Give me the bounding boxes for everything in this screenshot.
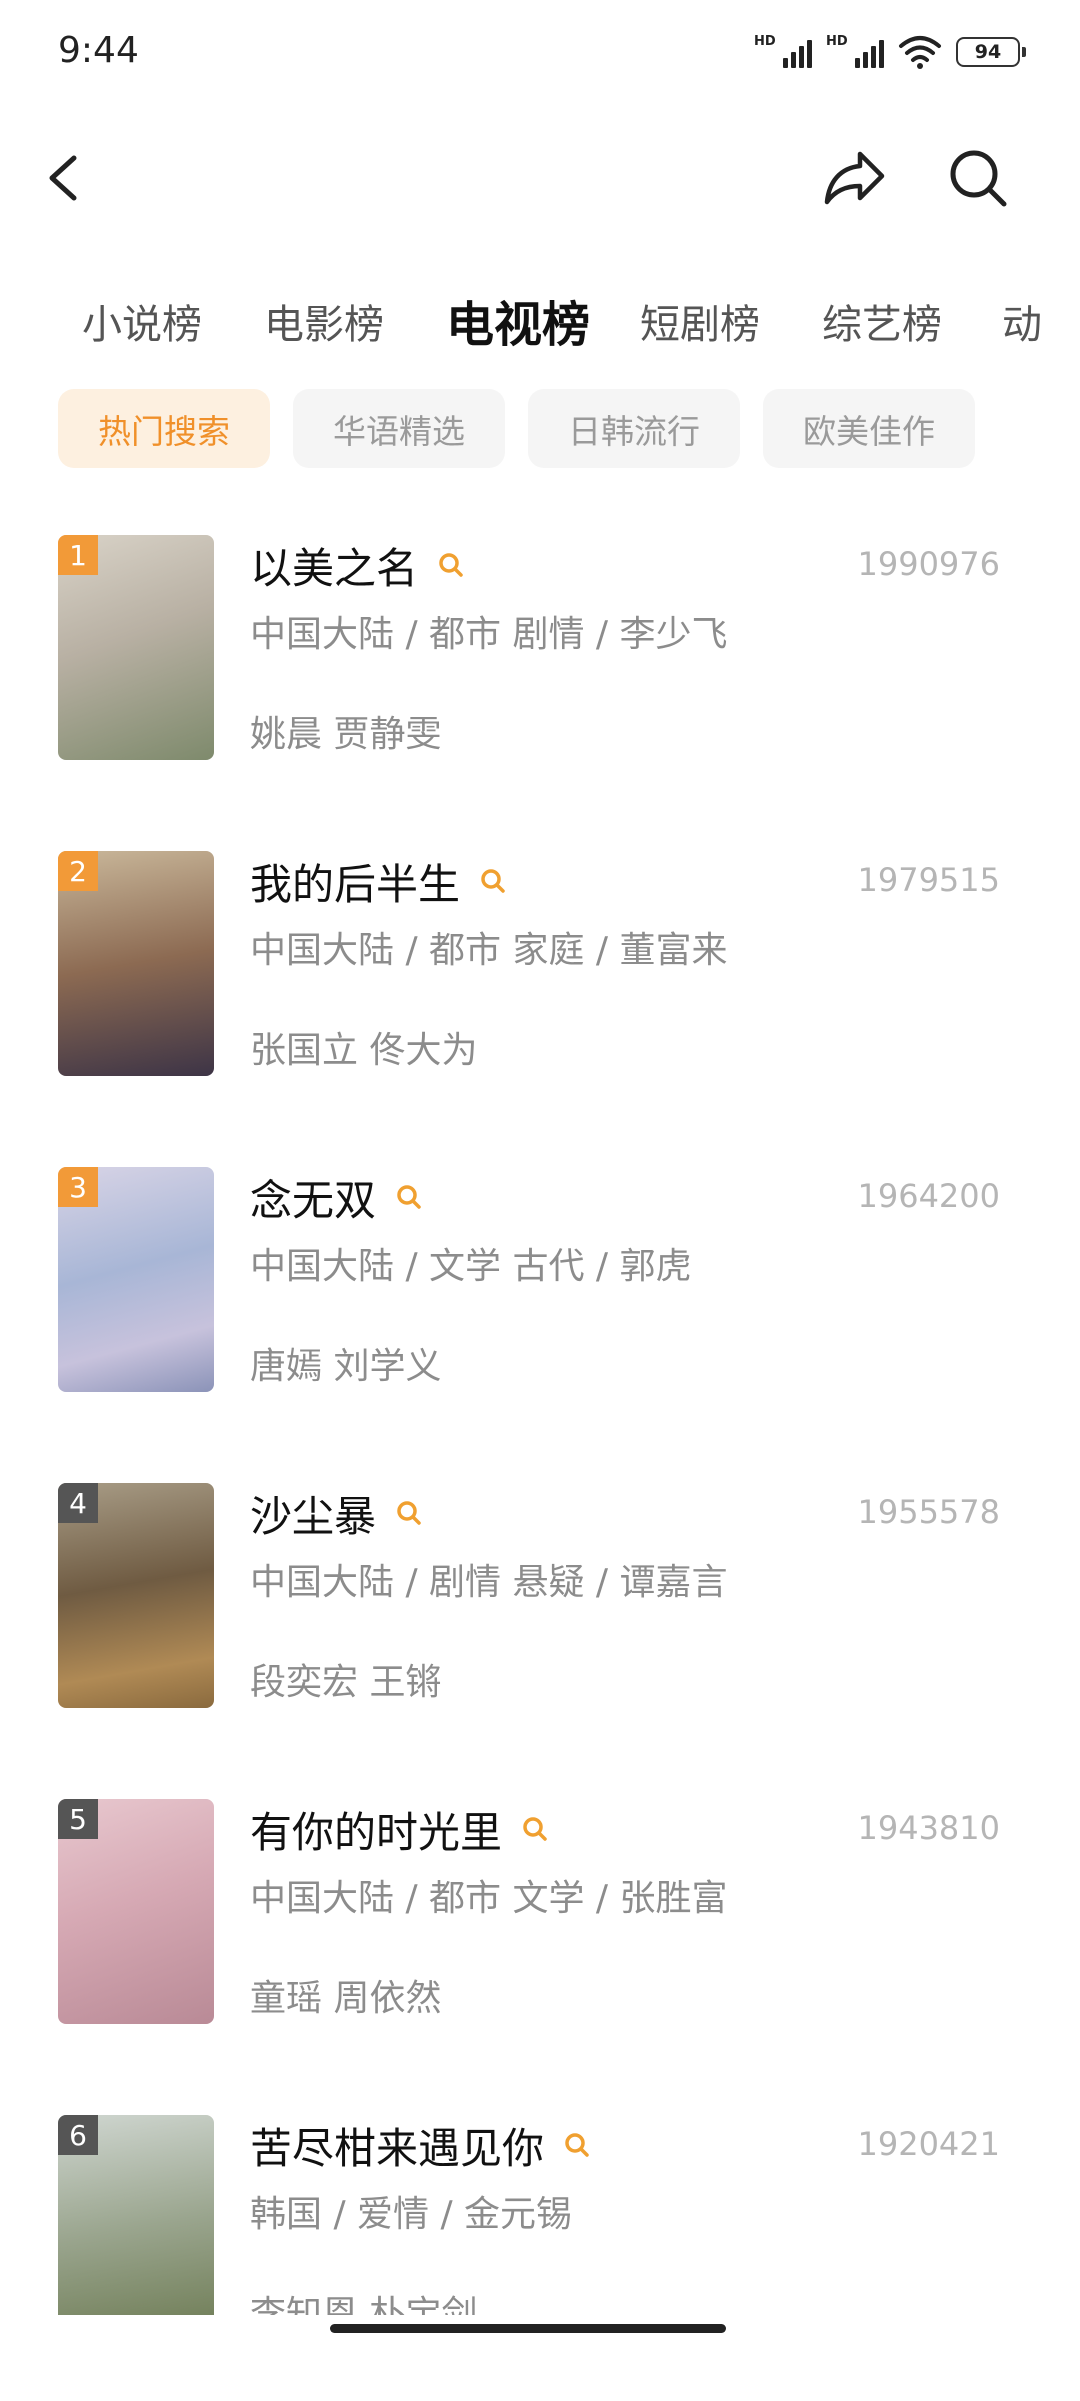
item-meta: 中国大陆 / 都市 家庭 / 董富来 (250, 930, 728, 971)
rank-badge: 4 (58, 1483, 98, 1523)
tab-novel[interactable]: 小说榜 (82, 290, 202, 360)
tab-variety[interactable]: 综艺榜 (822, 290, 942, 360)
tab-anime[interactable]: 动 (1002, 290, 1042, 360)
list-item[interactable]: 5 有你的时光里 1943810 中国大陆 / 都市 文学 / 张胜富 童瑶 周… (0, 1799, 1080, 2115)
item-cast: 李知恩 朴宝剑 (250, 2294, 478, 2315)
poster-image[interactable]: 5 (58, 1799, 214, 2024)
item-cast: 唐嫣 刘学义 (250, 1346, 442, 1387)
poster-image[interactable]: 3 (58, 1167, 214, 1392)
filter-western[interactable]: 欧美佳作 (763, 389, 975, 468)
search-icon[interactable] (946, 146, 1010, 210)
search-icon[interactable] (478, 866, 508, 896)
item-cast: 童瑶 周依然 (250, 1978, 442, 2019)
tab-short-drama[interactable]: 短剧榜 (640, 290, 760, 360)
status-bar: 9:44 HD HD 94 (0, 0, 1080, 100)
poster-image[interactable]: 6 (58, 2115, 214, 2315)
tab-tv[interactable]: 电视榜 (446, 290, 590, 360)
item-title: 以美之名 (250, 543, 419, 593)
search-icon[interactable] (394, 1182, 424, 1212)
search-icon[interactable] (436, 550, 466, 580)
tab-movie[interactable]: 电影榜 (264, 290, 384, 360)
item-title: 有你的时光里 (250, 1807, 503, 1857)
search-count: 1955578 (857, 1493, 1000, 1531)
item-meta: 中国大陆 / 剧情 悬疑 / 谭嘉言 (250, 1562, 728, 1603)
filter-jp-kr[interactable]: 日韩流行 (528, 389, 740, 468)
category-tabs: 小说榜 电影榜 电视榜 短剧榜 综艺榜 动 (0, 290, 1080, 360)
item-title: 我的后半生 (250, 859, 461, 909)
rank-badge: 1 (58, 535, 98, 575)
share-icon[interactable] (822, 146, 888, 208)
search-icon[interactable] (394, 1498, 424, 1528)
status-icons: HD HD 94 (754, 34, 1026, 70)
signal-icon: HD (754, 34, 812, 70)
list-item[interactable]: 1 以美之名 1990976 中国大陆 / 都市 剧情 / 李少飞 姚晨 贾静雯 (0, 535, 1080, 851)
item-meta: 韩国 / 爱情 / 金元锡 (250, 2194, 573, 2235)
filter-hot-search[interactable]: 热门搜索 (58, 389, 270, 468)
list-item[interactable]: 3 念无双 1964200 中国大陆 / 文学 古代 / 郭虎 唐嫣 刘学义 (0, 1167, 1080, 1483)
wifi-icon (899, 36, 941, 69)
list-item[interactable]: 4 沙尘暴 1955578 中国大陆 / 剧情 悬疑 / 谭嘉言 段奕宏 王锵 (0, 1483, 1080, 1799)
item-meta: 中国大陆 / 都市 文学 / 张胜富 (250, 1878, 728, 1919)
poster-image[interactable]: 2 (58, 851, 214, 1076)
battery-level: 94 (974, 41, 1002, 63)
back-arrow-icon[interactable] (40, 150, 90, 206)
rank-badge: 2 (58, 851, 98, 891)
item-cast: 张国立 佟大为 (250, 1030, 478, 1071)
item-title: 沙尘暴 (250, 1491, 377, 1541)
search-count: 1979515 (857, 861, 1000, 899)
item-meta: 中国大陆 / 文学 古代 / 郭虎 (250, 1246, 692, 1287)
search-icon[interactable] (562, 2130, 592, 2160)
item-title: 苦尽柑来遇见你 (250, 2123, 545, 2173)
rank-badge: 5 (58, 1799, 98, 1839)
signal-icon: HD (826, 34, 884, 70)
filter-chinese[interactable]: 华语精选 (293, 389, 505, 468)
item-title: 念无双 (250, 1175, 377, 1225)
search-icon[interactable] (520, 1814, 550, 1844)
item-meta: 中国大陆 / 都市 剧情 / 李少飞 (250, 614, 728, 655)
item-cast: 段奕宏 王锵 (250, 1662, 442, 1703)
search-count: 1964200 (857, 1177, 1000, 1215)
battery-icon: 94 (956, 37, 1026, 67)
list-item[interactable]: 2 我的后半生 1979515 中国大陆 / 都市 家庭 / 董富来 张国立 佟… (0, 851, 1080, 1167)
search-count: 1920421 (857, 2125, 1000, 2163)
search-count: 1990976 (857, 545, 1000, 583)
poster-image[interactable]: 4 (58, 1483, 214, 1708)
status-time: 9:44 (58, 30, 139, 71)
rank-badge: 6 (58, 2115, 98, 2155)
list-item[interactable]: 6 苦尽柑来遇见你 1920421 韩国 / 爱情 / 金元锡 李知恩 朴宝剑 (0, 2115, 1080, 2315)
poster-image[interactable]: 1 (58, 535, 214, 760)
rank-badge: 3 (58, 1167, 98, 1207)
item-cast: 姚晨 贾静雯 (250, 714, 442, 755)
search-count: 1943810 (857, 1809, 1000, 1847)
home-indicator[interactable] (330, 2324, 726, 2333)
